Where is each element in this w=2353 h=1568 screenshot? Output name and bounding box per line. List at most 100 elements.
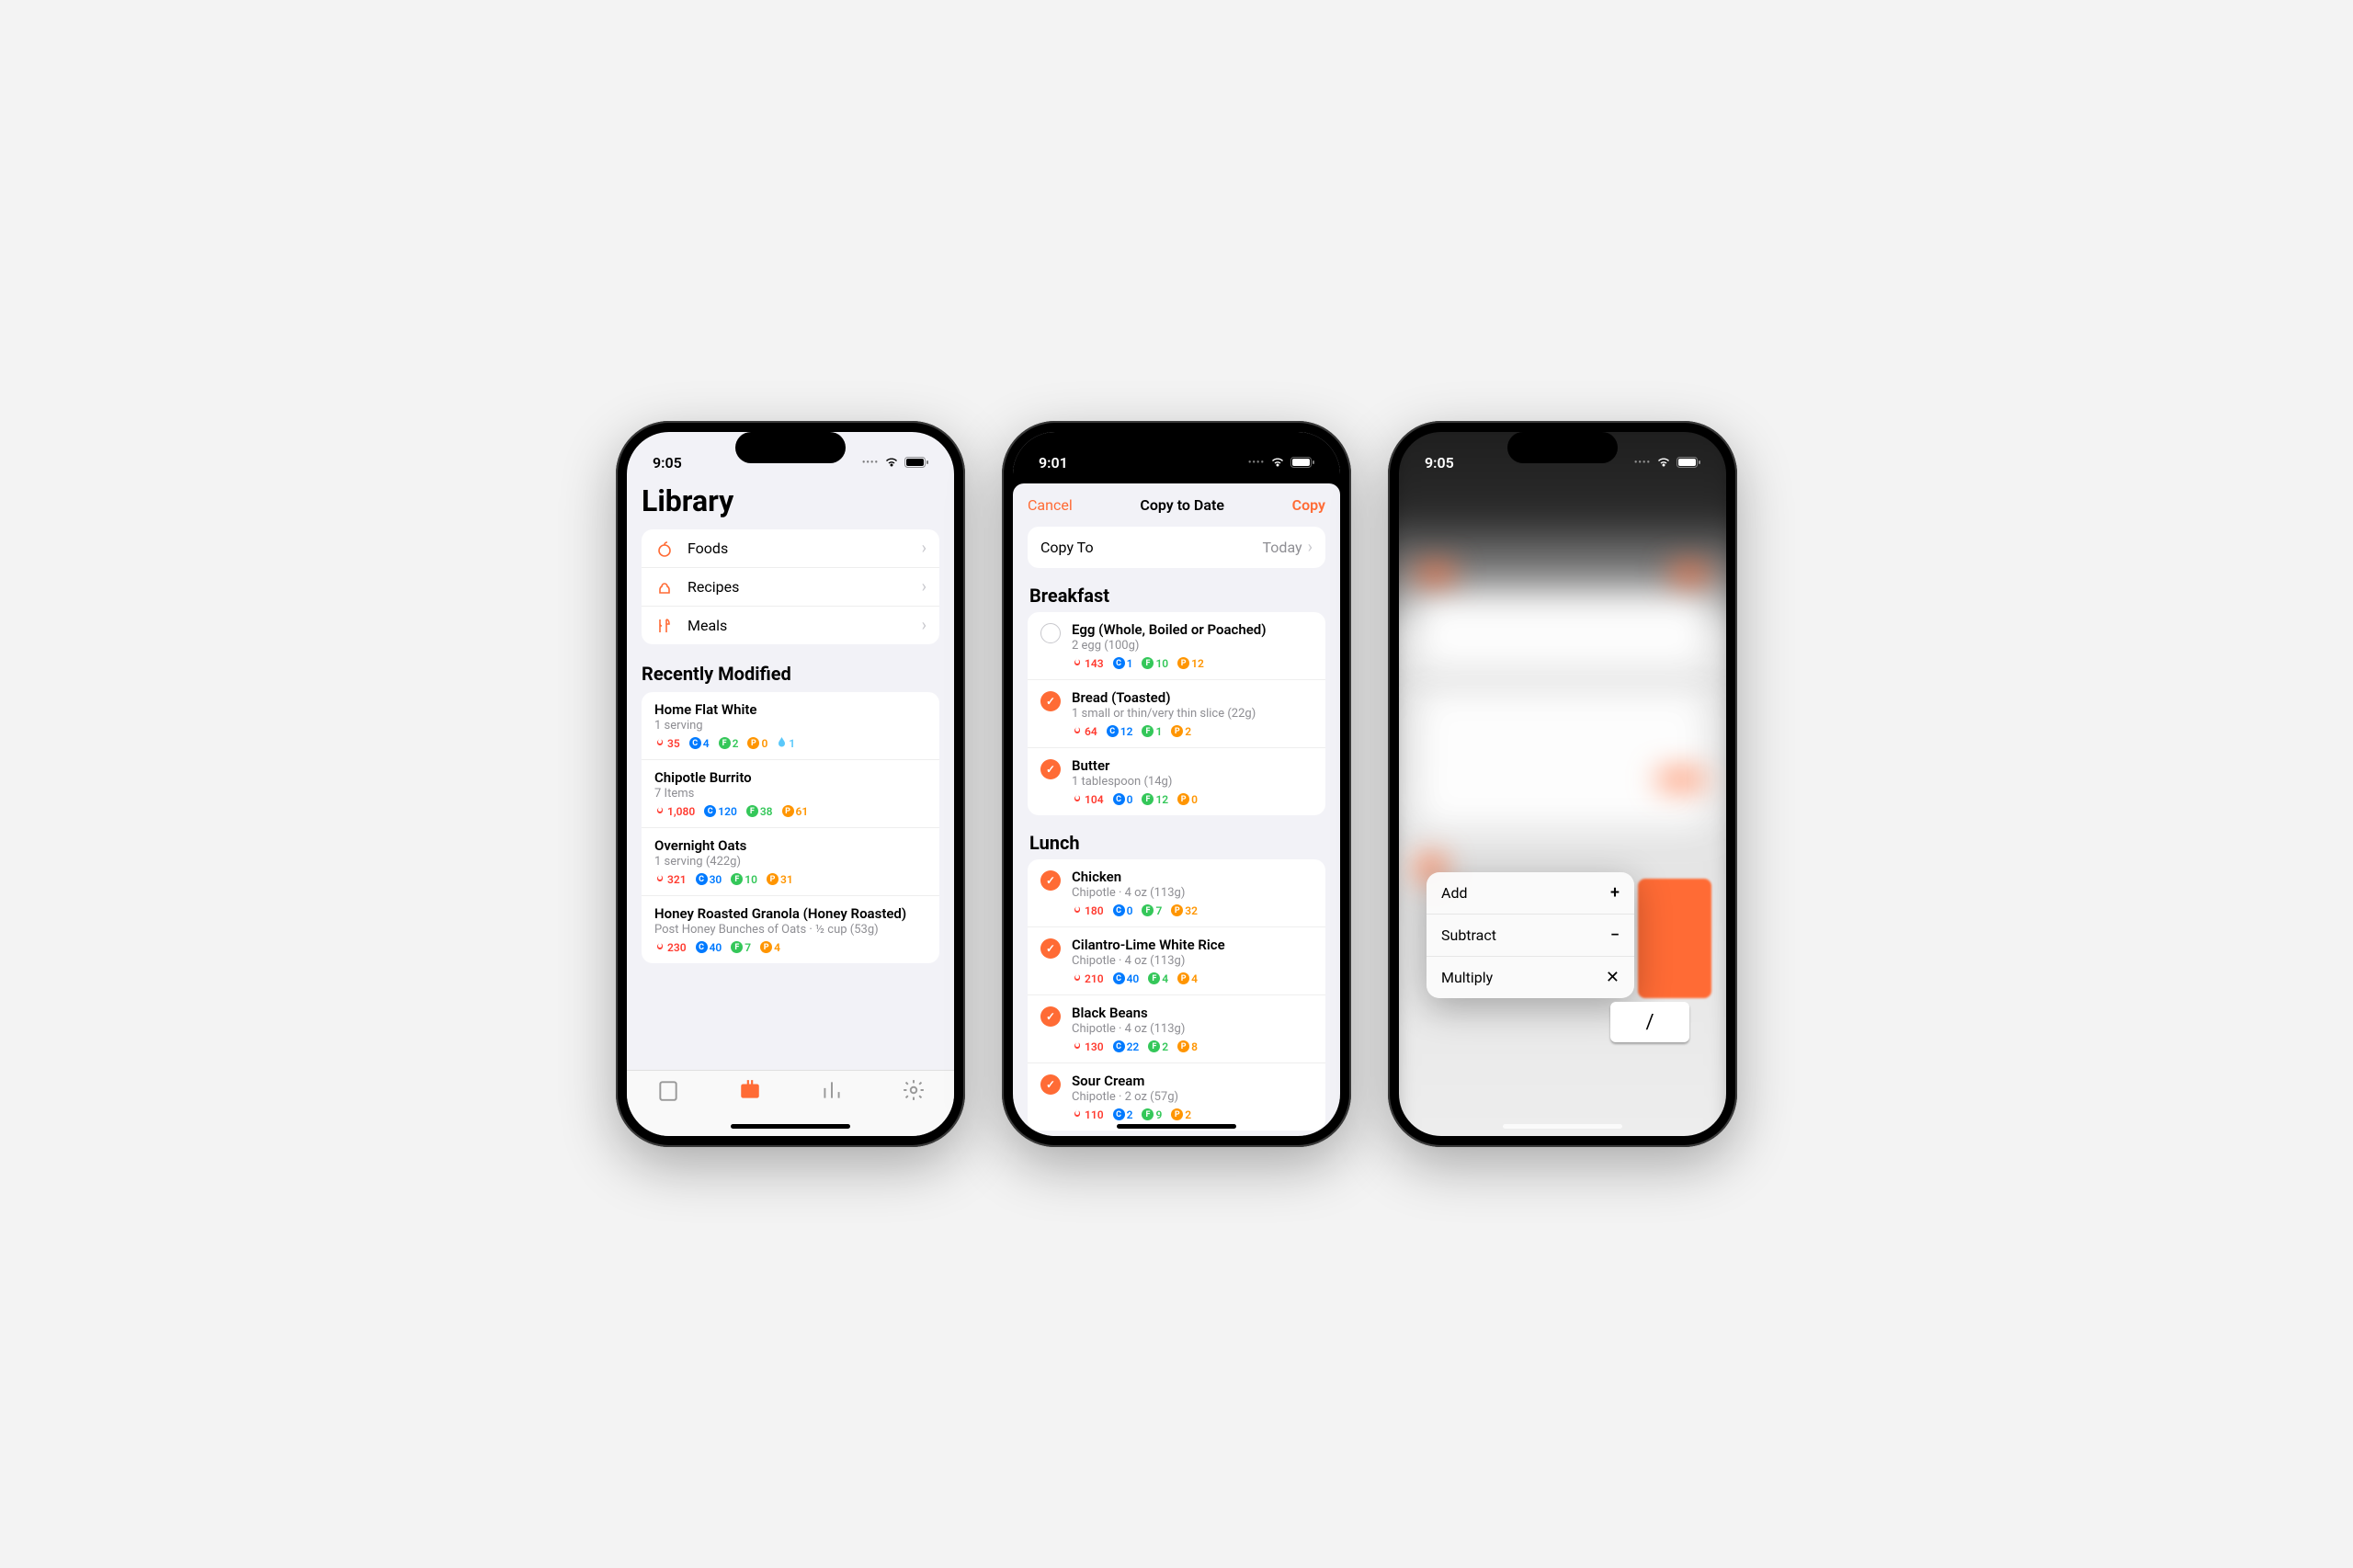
macro-cal: 143 xyxy=(1072,656,1104,670)
cancel-button[interactable]: Cancel xyxy=(1028,496,1073,514)
meal-item[interactable]: ✓ Black Beans Chipotle · 4 oz (113g) 130… xyxy=(1028,995,1325,1063)
macro-cal: 110 xyxy=(1072,1108,1104,1121)
macro-cal: 104 xyxy=(1072,792,1104,806)
utensils-icon xyxy=(654,617,675,635)
macro-cal: 321 xyxy=(654,872,687,886)
tab-settings[interactable] xyxy=(902,1078,926,1102)
tab-library[interactable] xyxy=(738,1078,762,1102)
item-sub: Chipotle · 4 oz (113g) xyxy=(1072,1022,1313,1036)
tab-today[interactable] xyxy=(656,1078,680,1102)
nav-foods[interactable]: Foods › xyxy=(642,529,939,568)
ctx-multiply[interactable]: Multiply ✕ xyxy=(1427,957,1634,998)
macros: 210C40F4P4 xyxy=(1072,971,1313,985)
macro-cal: 180 xyxy=(1072,903,1104,917)
battery-icon xyxy=(904,457,928,468)
ctx-subtract[interactable]: Subtract − xyxy=(1427,915,1634,957)
meal-item[interactable]: ✓ Cilantro-Lime White Rice Chipotle · 4 … xyxy=(1028,927,1325,995)
check-icon[interactable]: ✓ xyxy=(1040,938,1061,959)
macro-f: F2 xyxy=(1148,1040,1168,1053)
item-sub: 1 tablespoon (14g) xyxy=(1072,775,1313,789)
keypad-confirm-blur xyxy=(1638,879,1711,998)
recent-item[interactable]: Home Flat White 1 serving 35C4F2P01 xyxy=(642,692,939,760)
check-icon[interactable]: ✓ xyxy=(1040,1006,1061,1027)
home-indicator[interactable] xyxy=(1503,1124,1622,1129)
macro-c: C40 xyxy=(1113,972,1140,985)
check-empty-icon[interactable] xyxy=(1040,623,1061,643)
nav-meals[interactable]: Meals › xyxy=(642,607,939,644)
item-sub: 7 Items xyxy=(654,787,926,801)
item-name: Butter xyxy=(1072,757,1313,774)
copy-to-row[interactable]: Copy To Today › xyxy=(1028,527,1325,568)
chevron-icon: › xyxy=(922,539,926,558)
copy-button[interactable]: Copy xyxy=(1292,496,1325,514)
item-sub: 1 serving xyxy=(654,719,926,733)
key-label: / xyxy=(1645,1011,1654,1034)
meal-item[interactable]: ✓ Butter 1 tablespoon (14g) 104C0F12P0 xyxy=(1028,748,1325,815)
macro-f: F4 xyxy=(1148,972,1168,985)
apple-icon xyxy=(654,540,675,558)
nav-label: Recipes xyxy=(688,578,909,596)
item-name: Honey Roasted Granola (Honey Roasted) xyxy=(654,905,926,922)
ctx-add[interactable]: Add + xyxy=(1427,872,1634,915)
nav-label: Foods xyxy=(688,540,909,557)
item-sub: Chipotle · 2 oz (57g) xyxy=(1072,1090,1313,1104)
macros: 230C40F7P4 xyxy=(654,940,926,954)
item-sub: Post Honey Bunches of Oats · ½ cup (53g) xyxy=(654,923,926,937)
tab-trends[interactable] xyxy=(820,1078,844,1102)
macro-f: F2 xyxy=(719,737,739,750)
phone-library: 9:05 •••• Library Foods › Recipes › xyxy=(616,421,965,1147)
macro-cal: 64 xyxy=(1072,724,1097,738)
cellular-icon: •••• xyxy=(862,458,879,468)
page-title: Library xyxy=(642,478,939,529)
nav-recipes[interactable]: Recipes › xyxy=(642,568,939,607)
item-name: Egg (Whole, Boiled or Poached) xyxy=(1072,621,1313,638)
macro-c: C0 xyxy=(1113,793,1133,806)
multiply-icon: ✕ xyxy=(1606,968,1620,987)
macro-cal: 1,080 xyxy=(654,804,695,818)
item-name: Bread (Toasted) xyxy=(1072,689,1313,706)
check-icon[interactable]: ✓ xyxy=(1040,691,1061,711)
macro-c: C40 xyxy=(696,941,722,954)
macro-f: F38 xyxy=(746,805,773,818)
recent-item[interactable]: Overnight Oats 1 serving (422g) 321C30F1… xyxy=(642,828,939,896)
battery-icon xyxy=(1677,457,1700,468)
ctx-label: Add xyxy=(1441,884,1467,902)
item-name: Home Flat White xyxy=(654,701,926,718)
item-name: Sour Cream xyxy=(1072,1073,1313,1089)
macro-cal: 35 xyxy=(654,736,680,750)
divide-key[interactable]: / xyxy=(1610,1002,1689,1042)
macro-cal: 210 xyxy=(1072,971,1104,985)
meal-item[interactable]: Egg (Whole, Boiled or Poached) 2 egg (10… xyxy=(1028,612,1325,680)
chevron-icon: › xyxy=(922,577,926,597)
wifi-icon xyxy=(1270,457,1285,468)
meal-item[interactable]: ✓ Chicken Chipotle · 4 oz (113g) 180C0F7… xyxy=(1028,859,1325,927)
status-time: 9:05 xyxy=(1425,454,1454,472)
macros: 35C4F2P01 xyxy=(654,736,926,750)
macros: 321C30F10P31 xyxy=(654,872,926,886)
meal-section-card: Egg (Whole, Boiled or Poached) 2 egg (10… xyxy=(1028,612,1325,815)
home-indicator[interactable] xyxy=(731,1124,850,1129)
meal-item[interactable]: ✓ Sour Cream Chipotle · 2 oz (57g) 110C2… xyxy=(1028,1063,1325,1131)
macro-f: F1 xyxy=(1142,725,1162,738)
library-nav-card: Foods › Recipes › Meals › xyxy=(642,529,939,644)
meal-item[interactable]: ✓ Bread (Toasted) 1 small or thin/very t… xyxy=(1028,680,1325,748)
status-icons: •••• xyxy=(1634,457,1700,468)
copy-to-label: Copy To xyxy=(1040,539,1094,556)
chef-hat-icon xyxy=(654,578,675,597)
minus-icon: − xyxy=(1610,926,1620,945)
check-icon[interactable]: ✓ xyxy=(1040,1074,1061,1095)
home-indicator[interactable] xyxy=(1117,1124,1236,1129)
macro-f: F9 xyxy=(1142,1108,1162,1121)
notch xyxy=(1507,432,1618,463)
recent-item[interactable]: Honey Roasted Granola (Honey Roasted) Po… xyxy=(642,896,939,963)
status-time: 9:05 xyxy=(653,454,682,472)
macro-p: P32 xyxy=(1171,904,1198,917)
check-icon[interactable]: ✓ xyxy=(1040,759,1061,779)
ctx-label: Multiply xyxy=(1441,969,1493,986)
item-name: Chicken xyxy=(1072,869,1313,885)
item-sub: Chipotle · 4 oz (113g) xyxy=(1072,886,1313,900)
check-icon[interactable]: ✓ xyxy=(1040,870,1061,891)
recent-item[interactable]: Chipotle Burrito 7 Items 1,080C120F38P61 xyxy=(642,760,939,828)
macros: 104C0F12P0 xyxy=(1072,792,1313,806)
item-name: Cilantro-Lime White Rice xyxy=(1072,937,1313,953)
